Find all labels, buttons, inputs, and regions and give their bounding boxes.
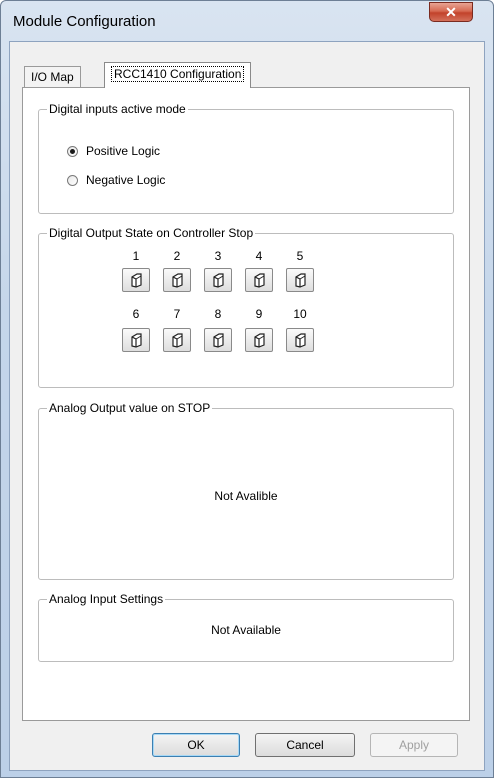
output-number-2: 2 [173, 249, 181, 263]
output-state-button-6[interactable] [122, 328, 150, 352]
off-state-icon [254, 333, 265, 348]
negative-logic-label: Negative Logic [86, 173, 166, 187]
analog-input-legend: Analog Input Settings [47, 592, 166, 606]
close-icon: ✕ [445, 4, 457, 20]
title-bar[interactable]: Module Configuration ✕ [1, 1, 493, 41]
output-number-6: 6 [132, 307, 140, 321]
cancel-button[interactable]: Cancel [255, 733, 355, 757]
output-number-5: 5 [296, 249, 304, 263]
output-state-button-1[interactable] [122, 268, 150, 292]
window-title: Module Configuration [13, 13, 156, 30]
positive-logic-label: Positive Logic [86, 144, 161, 158]
output-number-7: 7 [173, 307, 181, 321]
analog-input-group: Analog Input Settings Not Available [38, 592, 454, 662]
analog-output-legend: Analog Output value on STOP [47, 401, 213, 415]
output-number-3: 3 [214, 249, 222, 263]
apply-button[interactable]: Apply [370, 733, 458, 757]
module-configuration-window: Module Configuration ✕ I/O Map RCC1410 C… [0, 0, 494, 778]
off-state-icon [213, 333, 224, 348]
tab-rcc1410-configuration[interactable]: RCC1410 Configuration [104, 62, 252, 88]
digital-outputs-legend: Digital Output State on Controller Stop [47, 226, 256, 240]
negative-logic-option[interactable]: Negative Logic [67, 173, 165, 187]
close-button[interactable]: ✕ [429, 2, 473, 22]
off-state-icon [213, 273, 224, 288]
off-state-icon [131, 273, 142, 288]
output-state-button-8[interactable] [204, 328, 232, 352]
digital-inputs-group: Digital inputs active mode Positive Logi… [38, 102, 454, 214]
analog-input-status: Not Available [211, 623, 281, 637]
output-state-button-7[interactable] [163, 328, 191, 352]
off-state-icon [172, 273, 183, 288]
analog-output-group: Analog Output value on STOP Not Avalible [38, 401, 454, 580]
analog-output-status: Not Avalible [214, 489, 278, 503]
off-state-icon [254, 273, 265, 288]
tab-panel: Digital inputs active mode Positive Logi… [22, 87, 470, 721]
output-state-button-10[interactable] [286, 328, 314, 352]
output-state-button-3[interactable] [204, 268, 232, 292]
off-state-icon [295, 333, 306, 348]
output-number-8: 8 [214, 307, 222, 321]
positive-logic-radio[interactable] [67, 145, 78, 157]
output-number-9: 9 [255, 307, 263, 321]
digital-outputs-group: Digital Output State on Controller Stop … [38, 226, 454, 388]
output-state-button-9[interactable] [245, 328, 273, 352]
ok-button[interactable]: OK [152, 733, 240, 757]
off-state-icon [172, 333, 183, 348]
output-state-button-4[interactable] [245, 268, 273, 292]
dialog-body: I/O Map RCC1410 Configuration Digital in… [9, 41, 485, 771]
negative-logic-radio[interactable] [67, 174, 78, 186]
output-state-button-5[interactable] [286, 268, 314, 292]
tab-label: RCC1410 Configuration [111, 66, 245, 82]
output-state-button-2[interactable] [163, 268, 191, 292]
positive-logic-option[interactable]: Positive Logic [67, 144, 160, 158]
output-number-4: 4 [255, 249, 263, 263]
output-number-10: 10 [293, 307, 307, 321]
output-number-1: 1 [132, 249, 140, 263]
off-state-icon [131, 333, 142, 348]
tab-io-map[interactable]: I/O Map [24, 66, 81, 88]
off-state-icon [295, 273, 306, 288]
digital-inputs-legend: Digital inputs active mode [47, 102, 188, 116]
